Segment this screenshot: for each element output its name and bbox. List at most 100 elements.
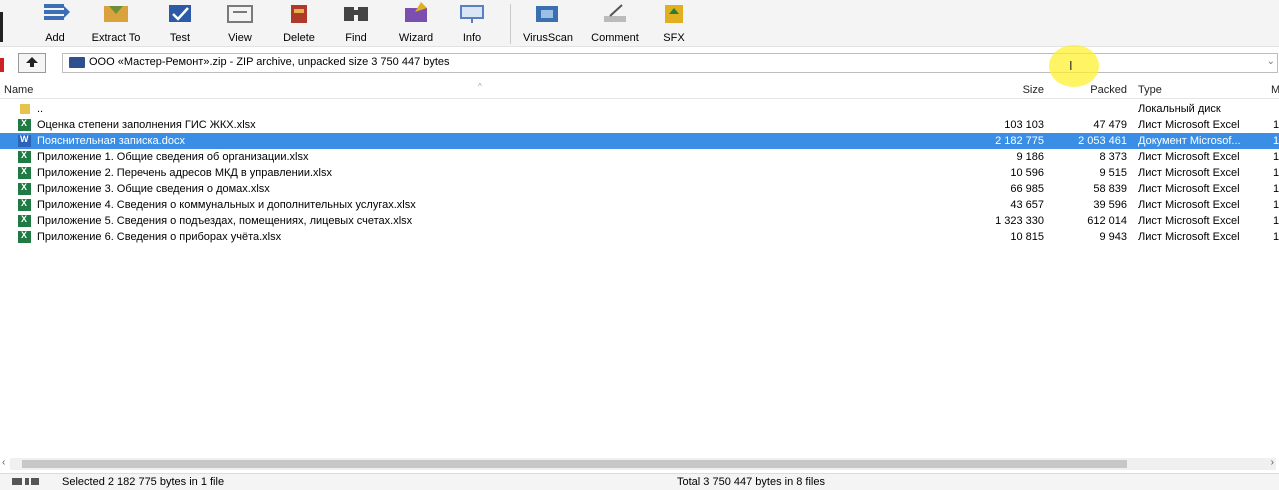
window-edge (0, 12, 3, 42)
horizontal-scrollbar[interactable]: ‹ › (2, 457, 1276, 470)
file-type: Лист Microsoft Excel (1138, 199, 1240, 211)
file-name: .. (37, 103, 44, 115)
delete-icon (291, 5, 307, 23)
wizard-label: Wizard (398, 32, 434, 44)
zip-archive-icon (69, 57, 85, 68)
file-row[interactable]: Приложение 3. Общие сведения о домах.xls… (0, 181, 1279, 197)
delete-label: Delete (283, 32, 315, 44)
file-size: 43 657 (1010, 199, 1044, 211)
sfx-button[interactable]: SFX (654, 0, 694, 46)
info-icon (460, 5, 484, 23)
file-name: Приложение 3. Общие сведения о домах.xls… (37, 183, 270, 195)
file-packed-size: 8 373 (1099, 151, 1127, 163)
file-name: Приложение 6. Сведения о приборах учёта.… (37, 231, 282, 243)
scroll-left-icon[interactable]: ‹ (2, 457, 5, 468)
file-type: Лист Microsoft Excel (1138, 119, 1240, 131)
delete-button[interactable]: Delete (274, 0, 324, 46)
view-label: View (228, 32, 252, 44)
file-list-header: Name ^ Size Packed Type M (0, 82, 1279, 99)
file-modified: 1 (1273, 119, 1279, 131)
column-packed-header[interactable]: Packed (1090, 84, 1127, 96)
column-type-header[interactable]: Type (1138, 84, 1162, 96)
file-row[interactable]: Приложение 5. Сведения о подъездах, поме… (0, 213, 1279, 229)
file-size: 10 596 (1010, 167, 1044, 179)
excel-file-icon (18, 198, 31, 211)
file-row[interactable]: Пояснительная записка.docx 2 182 775 2 053… (0, 133, 1279, 149)
file-packed-size: 47 479 (1093, 119, 1127, 131)
excel-file-icon (18, 118, 31, 131)
chevron-down-icon[interactable]: ⌄ (1267, 56, 1275, 67)
file-type: Лист Microsoft Excel (1138, 215, 1240, 227)
file-packed-size: 9 943 (1099, 231, 1127, 243)
virusscan-label: VirusScan (523, 32, 573, 44)
file-name: Приложение 2. Перечень адресов МКД в упр… (37, 167, 332, 179)
file-name: Приложение 1. Общие сведения об организа… (37, 151, 309, 163)
folder-icon (20, 104, 30, 114)
excel-file-icon (18, 230, 31, 243)
word-file-icon (18, 134, 31, 147)
file-row[interactable]: Приложение 2. Перечень адресов МКД в упр… (0, 165, 1279, 181)
file-modified: 1 (1273, 135, 1279, 147)
file-row[interactable]: Оценка степени заполнения ГИС ЖКХ.xlsx 10… (0, 117, 1279, 133)
excel-file-icon (18, 214, 31, 227)
file-row[interactable]: Приложение 4. Сведения о коммунальных и … (0, 197, 1279, 213)
file-size: 1 323 330 (995, 215, 1044, 227)
virusscan-button[interactable]: VirusScan (518, 0, 578, 46)
test-label: Test (169, 32, 191, 44)
excel-file-icon (18, 150, 31, 163)
file-type: Лист Microsoft Excel (1138, 151, 1240, 163)
toolbar: Add Extract To Test View Delete Find Wiz… (0, 0, 1279, 47)
file-type: Лист Microsoft Excel (1138, 167, 1240, 179)
file-type: Документ Microsof... (1138, 135, 1241, 147)
file-size: 66 985 (1010, 183, 1044, 195)
test-icon (169, 5, 191, 22)
file-type: Локальный диск (1138, 103, 1221, 115)
file-modified: 1 (1273, 151, 1279, 163)
column-modified-header[interactable]: M (1271, 84, 1279, 96)
column-size-header[interactable]: Size (1023, 84, 1044, 96)
find-icon (344, 7, 368, 21)
up-arrow-icon (26, 57, 38, 67)
info-label: Info (462, 32, 482, 44)
up-folder-button[interactable] (18, 53, 46, 73)
scrollbar-thumb[interactable] (22, 460, 1127, 468)
file-modified: 1 (1273, 167, 1279, 179)
extract-to-button[interactable]: Extract To (84, 0, 148, 46)
comment-label: Comment (591, 32, 639, 44)
drive-status-icon (12, 477, 40, 487)
scroll-right-icon[interactable]: › (1271, 457, 1274, 468)
column-name-header[interactable]: Name (4, 84, 33, 96)
view-icon (227, 5, 253, 23)
wizard-button[interactable]: Wizard (390, 0, 442, 46)
status-total-text: Total 3 750 447 bytes in 8 files (677, 476, 825, 488)
archive-path-text: ООО «Мастер-Ремонт».zip - ZIP archive, u… (89, 56, 450, 68)
add-label: Add (45, 32, 65, 44)
extract-to-label: Extract To (91, 32, 141, 44)
test-button[interactable]: Test (158, 0, 202, 46)
comment-button[interactable]: Comment (584, 0, 646, 46)
info-button[interactable]: Info (452, 0, 492, 46)
add-button[interactable]: Add (30, 0, 80, 46)
file-type: Лист Microsoft Excel (1138, 231, 1240, 243)
file-row[interactable]: Приложение 6. Сведения о приборах учёта.… (0, 229, 1279, 245)
window-accent (0, 58, 4, 72)
text-cursor-icon: I (1069, 58, 1073, 73)
virusscan-icon (536, 6, 558, 22)
comment-icon (604, 4, 626, 22)
file-packed-size: 2 053 461 (1078, 135, 1127, 147)
file-modified: 1 (1273, 215, 1279, 227)
file-name: Приложение 5. Сведения о подъездах, поме… (37, 215, 413, 227)
file-size: 2 182 775 (995, 135, 1044, 147)
status-bar: Selected 2 182 775 bytes in 1 file Total… (0, 473, 1279, 490)
file-size: 9 186 (1016, 151, 1044, 163)
sort-indicator-icon: ^ (478, 82, 482, 91)
file-size: 10 815 (1010, 231, 1044, 243)
file-row[interactable]: Приложение 1. Общие сведения об организа… (0, 149, 1279, 165)
file-row[interactable]: .. Локальный диск (0, 101, 1279, 117)
find-button[interactable]: Find (334, 0, 378, 46)
wizard-icon (405, 2, 427, 22)
sfx-label: SFX (663, 32, 685, 44)
file-type: Лист Microsoft Excel (1138, 183, 1240, 195)
toolbar-separator (510, 4, 511, 44)
view-button[interactable]: View (218, 0, 262, 46)
